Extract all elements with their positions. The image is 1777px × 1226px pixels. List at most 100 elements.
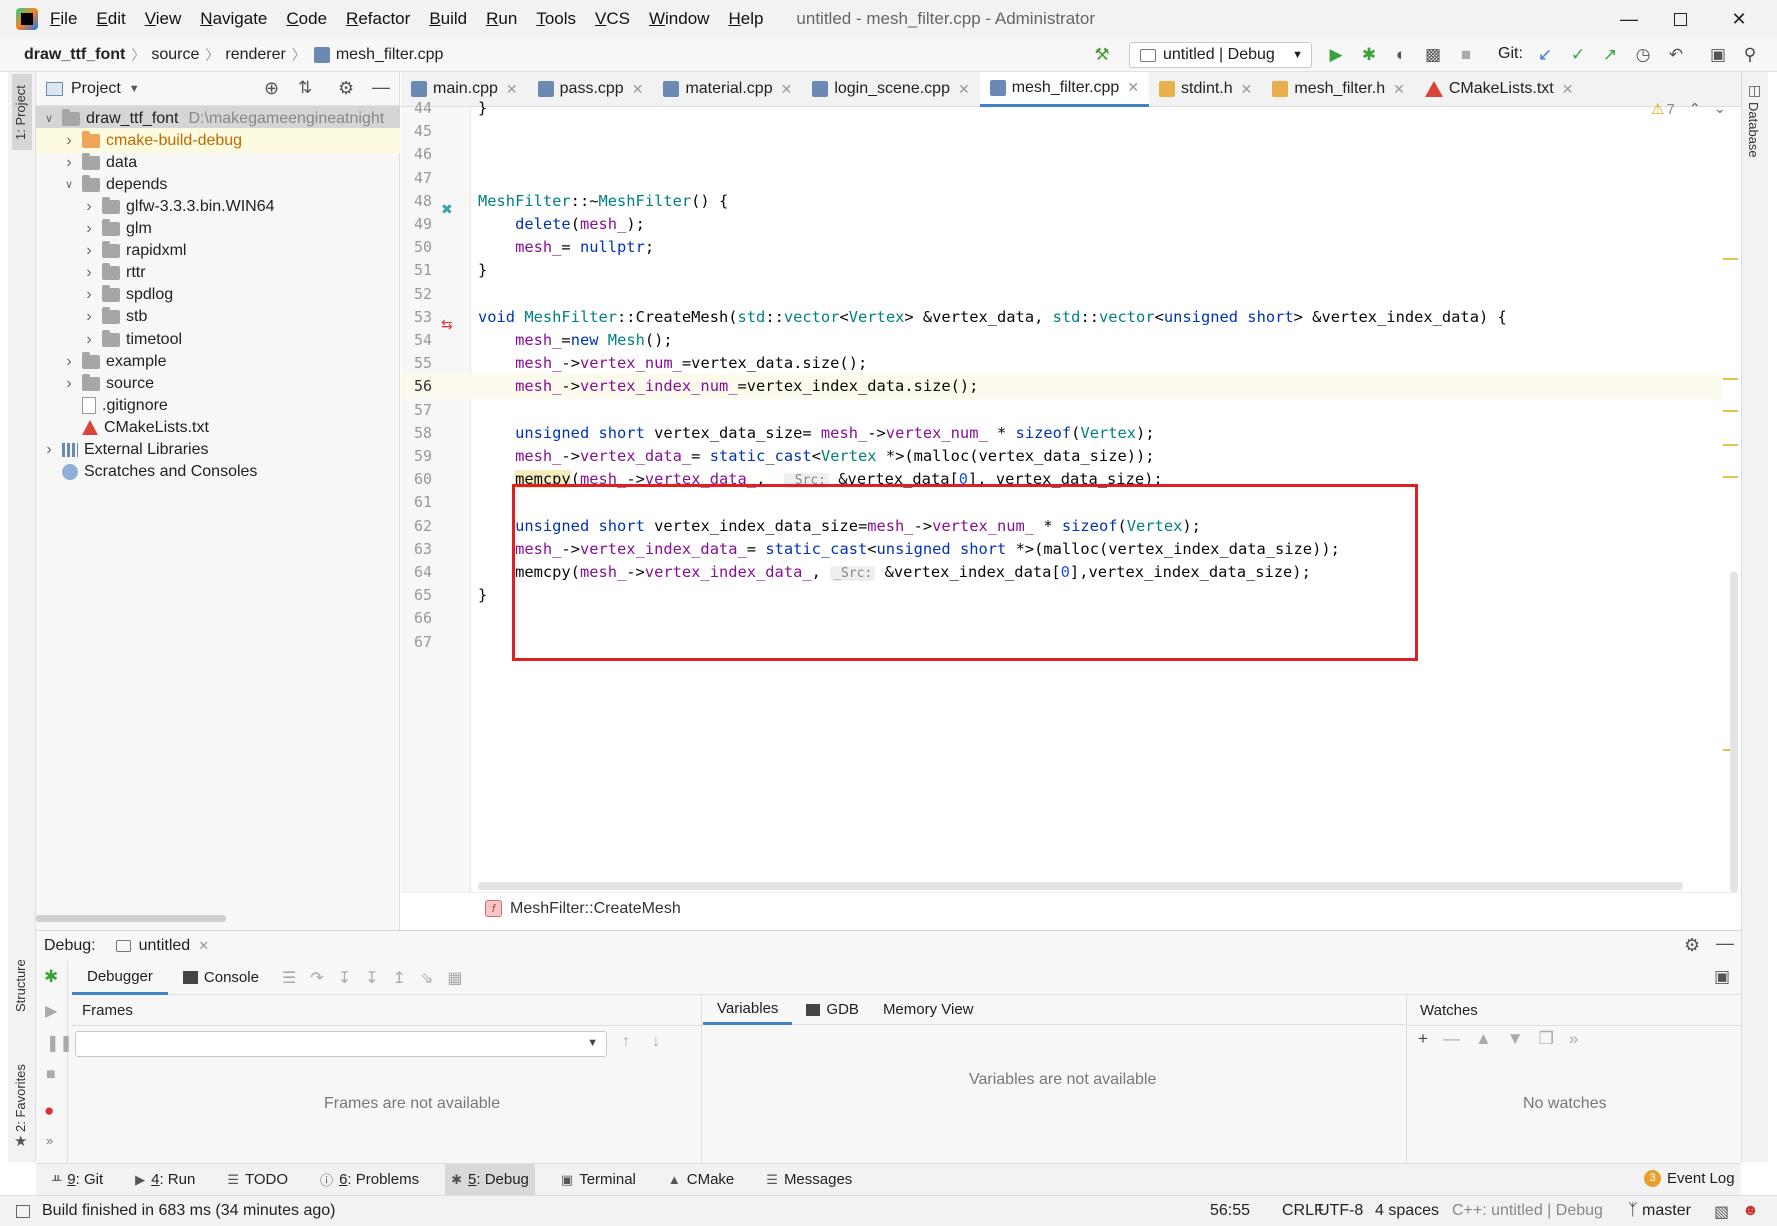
git-commit-icon[interactable]: ✓ <box>1568 45 1588 65</box>
chevron-right-icon[interactable]: › <box>62 132 76 150</box>
gear-icon[interactable]: ⚙ <box>338 78 354 99</box>
code-line[interactable]: 55 mesh_->vertex_num_=vertex_data.size()… <box>401 350 1721 376</box>
chevron-right-icon[interactable]: › <box>82 198 96 216</box>
step-into-icon[interactable]: ↧ <box>338 968 351 988</box>
chevron-right-icon[interactable]: › <box>62 154 76 172</box>
run-icon[interactable]: ▶ <box>1326 45 1346 65</box>
locate-icon[interactable]: ⊕ <box>264 78 279 99</box>
stop-icon[interactable]: ■ <box>1456 45 1476 65</box>
structure-side-tab[interactable]: Structure <box>13 959 28 1012</box>
menu-run[interactable]: Run <box>486 9 517 29</box>
collapse-all-icon[interactable]: ⇅ <box>298 78 312 98</box>
project-side-tab[interactable]: 1: Project <box>13 85 28 140</box>
chevron-right-icon[interactable]: › <box>82 286 96 304</box>
breadcrumb-source[interactable]: source <box>151 46 199 64</box>
breakpoints-icon[interactable]: ● <box>44 1101 54 1121</box>
hide-panel-icon[interactable]: — <box>372 77 390 98</box>
debug-icon[interactable]: ✱ <box>1359 45 1379 65</box>
chevron-right-icon[interactable]: › <box>82 242 96 260</box>
database-side-tab[interactable]: Database <box>1746 102 1761 158</box>
code-line[interactable]: 49 delete(mesh_); <box>401 211 1721 237</box>
run-configuration-select[interactable]: untitled | Debug ▼ <box>1129 42 1312 68</box>
chevron-down-icon[interactable]: ∨ <box>62 178 76 191</box>
hide-panel-icon[interactable]: — <box>1716 933 1734 954</box>
close-icon[interactable]: ✕ <box>198 938 209 954</box>
breadcrumb-project[interactable]: draw_ttf_font <box>24 46 125 64</box>
warning-marker[interactable] <box>1723 378 1738 380</box>
chevron-right-icon[interactable]: › <box>62 353 76 371</box>
tab-memory-view[interactable]: Memory View <box>873 995 984 1025</box>
code-line[interactable]: 45 <box>401 118 1721 144</box>
tool-window-problems[interactable]: ⓘ 6: Problems <box>314 1164 425 1196</box>
project-panel-title[interactable]: Project <box>71 80 121 98</box>
close-window-button[interactable]: ✕ <box>1710 0 1768 38</box>
step-over-icon[interactable]: ↷ <box>310 968 323 988</box>
tool-window-cmake[interactable]: ▲ CMake <box>662 1164 740 1196</box>
editor-horizontal-scrollbar[interactable] <box>478 882 1683 890</box>
gear-icon[interactable]: ⚙ <box>1684 935 1700 956</box>
tool-window-debug[interactable]: ✱ 5: Debug <box>445 1163 535 1196</box>
favorites-side-tab[interactable]: 2: Favorites <box>13 1064 28 1132</box>
code-breadcrumb[interactable]: MeshFilter::CreateMesh <box>510 900 681 918</box>
menu-help[interactable]: Help <box>728 9 763 29</box>
status-message[interactable]: Build finished in 683 ms (34 minutes ago… <box>42 1202 336 1220</box>
chevron-right-icon[interactable]: › <box>82 264 96 282</box>
search-icon[interactable]: ⚲ <box>1740 45 1760 65</box>
code-line[interactable]: 52 <box>401 281 1721 307</box>
event-log-button[interactable]: 3 Event Log <box>1644 1170 1735 1187</box>
copy-icon[interactable]: ❐ <box>1539 1029 1554 1049</box>
code-line[interactable]: 47 <box>401 165 1721 191</box>
menu-refactor[interactable]: Refactor <box>346 9 410 29</box>
more-icon[interactable]: » <box>46 1133 53 1148</box>
git-branch[interactable]: ᛉ master <box>1628 1202 1691 1220</box>
stop-icon[interactable]: ■ <box>46 1066 56 1084</box>
menu-tools[interactable]: Tools <box>536 9 576 29</box>
tool-window-todo[interactable]: ☰ TODO <box>221 1164 294 1196</box>
code-line[interactable]: 54 mesh_=new Mesh(); <box>401 327 1721 353</box>
thread-select[interactable]: ▼ <box>75 1031 607 1057</box>
breadcrumb-file[interactable]: mesh_filter.cpp <box>336 46 444 64</box>
chevron-right-icon[interactable]: › <box>82 331 96 349</box>
resume-icon[interactable]: ▶ <box>45 1001 57 1021</box>
step-out-icon[interactable]: ↥ <box>393 968 406 988</box>
tab-debugger[interactable]: Debugger <box>72 961 168 995</box>
code-line[interactable]: 58 unsigned short vertex_data_size= mesh… <box>401 420 1721 446</box>
inspector-icon[interactable]: ☻ <box>1742 1202 1759 1220</box>
menu-code[interactable]: Code <box>286 9 327 29</box>
close-icon[interactable]: ✕ <box>1127 79 1139 96</box>
code-line[interactable]: 44} <box>401 95 1721 121</box>
code-editor[interactable]: ✖ ⇆ 44} 45 46 47 48 MeshFilter::~MeshFilter() … <box>401 99 1741 892</box>
pause-icon[interactable]: ❚❚ <box>46 1033 73 1053</box>
remove-watch-icon[interactable]: — <box>1443 1029 1460 1049</box>
move-up-icon[interactable]: ▲ <box>1475 1029 1492 1049</box>
tree-item[interactable]: Scratches and Consoles <box>36 460 400 485</box>
tool-window-messages[interactable]: ☰ Messages <box>760 1164 858 1196</box>
chevron-right-icon[interactable]: › <box>82 308 96 326</box>
profile-icon[interactable]: ▩ <box>1423 45 1443 65</box>
warning-icon[interactable]: ⚠ 7 <box>1651 100 1675 118</box>
tab-console[interactable]: Console <box>168 961 274 995</box>
code-line[interactable]: 56 mesh_->vertex_index_num_=vertex_index… <box>401 373 1721 400</box>
code-line[interactable]: 50 mesh_= nullptr; <box>401 234 1721 260</box>
tool-window-terminal[interactable]: ▣ Terminal <box>555 1164 642 1196</box>
tab-variables[interactable]: Variables <box>703 995 793 1025</box>
code-line[interactable]: 51} <box>401 257 1721 283</box>
menu-vcs[interactable]: VCS <box>595 9 630 29</box>
menu-navigate[interactable]: Navigate <box>200 9 267 29</box>
warning-marker[interactable] <box>1723 410 1738 412</box>
maximize-button[interactable] <box>1651 0 1709 38</box>
vertical-scrollbar[interactable] <box>1730 572 1738 892</box>
menu-edit[interactable]: Edit <box>96 9 125 29</box>
file-encoding[interactable]: UTF-8 <box>1318 1202 1363 1220</box>
arrow-up-icon[interactable]: ↑ <box>622 1033 630 1051</box>
code-line[interactable]: 46 <box>401 141 1721 167</box>
move-down-icon[interactable]: ▼ <box>1507 1029 1524 1049</box>
debug-restart-icon[interactable]: ✱ <box>44 967 58 987</box>
caret-position[interactable]: 56:55 <box>1210 1202 1250 1220</box>
code-context[interactable]: C++: untitled | Debug <box>1452 1202 1603 1220</box>
tool-window-git[interactable]: ᚇ9: Git <box>46 1164 109 1196</box>
force-step-into-icon[interactable]: ↧ <box>365 968 378 988</box>
tool-window-run[interactable]: ▶ 4: Run <box>129 1164 201 1196</box>
git-push-icon[interactable]: ↗ <box>1600 45 1620 65</box>
layout-settings-icon[interactable]: ▣ <box>1714 967 1730 987</box>
